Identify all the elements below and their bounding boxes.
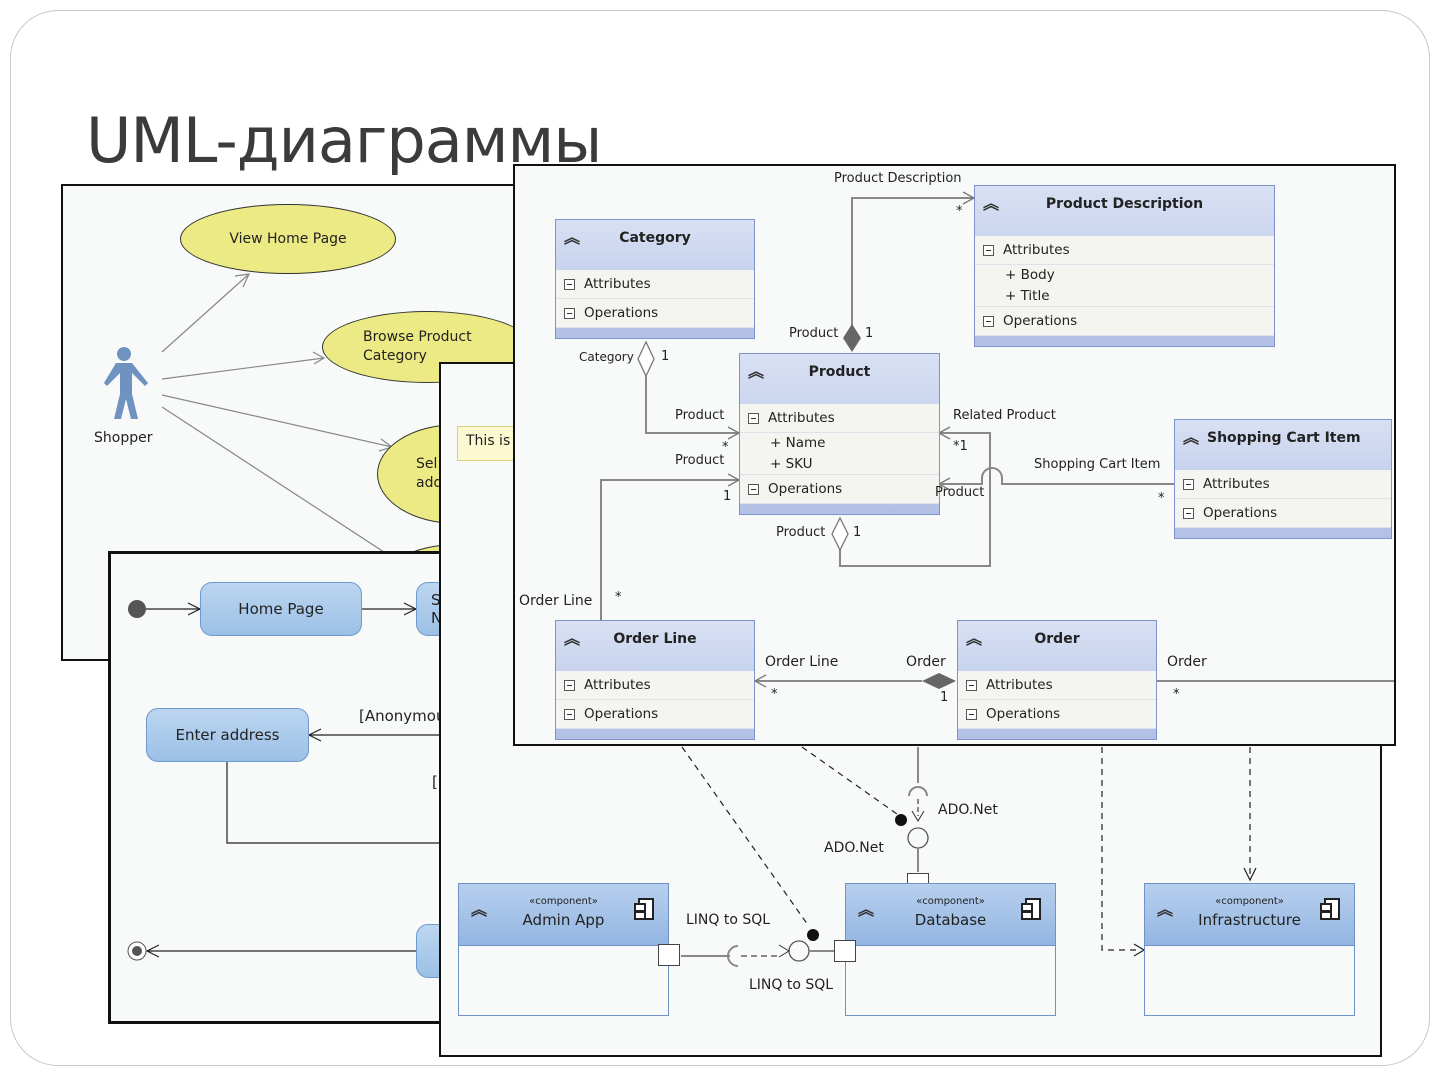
component-icon bbox=[634, 898, 654, 920]
collapse-toggle-icon[interactable] bbox=[564, 308, 575, 319]
attribute-title[interactable]: + Title bbox=[975, 286, 1274, 307]
collapse-icon[interactable]: ︽ bbox=[564, 625, 580, 649]
required-interface-dot bbox=[895, 814, 907, 826]
collapse-toggle-icon[interactable] bbox=[983, 245, 994, 256]
collapse-toggle-icon[interactable] bbox=[1183, 508, 1194, 519]
role-label: Product Description bbox=[834, 171, 962, 186]
multiplicity-label: * bbox=[1173, 687, 1180, 702]
component-icon bbox=[1320, 898, 1340, 920]
multiplicity-label: *1 bbox=[953, 439, 968, 454]
guard-partial: [ bbox=[432, 773, 438, 791]
operations-compartment[interactable]: Operations bbox=[556, 299, 754, 328]
collapse-toggle-icon[interactable] bbox=[1183, 479, 1194, 490]
role-label: Related Product bbox=[953, 408, 1056, 423]
multiplicity-label: * bbox=[1158, 491, 1165, 506]
role-label: Product bbox=[935, 485, 985, 500]
component-database[interactable]: ︽ «component» Database bbox=[845, 883, 1056, 1016]
port-admin-app[interactable] bbox=[658, 944, 680, 966]
collapse-toggle-icon[interactable] bbox=[748, 413, 759, 424]
role-label: Order Line bbox=[519, 593, 593, 609]
role-label: Order bbox=[906, 654, 946, 670]
component-icon bbox=[1021, 898, 1041, 920]
operations-compartment[interactable]: Operations bbox=[1175, 499, 1391, 528]
guard-anonymous: [Anonymou bbox=[359, 707, 446, 725]
attributes-compartment[interactable]: Attributes bbox=[1175, 470, 1391, 499]
operations-compartment[interactable]: Operations bbox=[740, 475, 939, 504]
collapse-toggle-icon[interactable] bbox=[966, 709, 977, 720]
collapse-icon[interactable]: ︽ bbox=[983, 190, 999, 214]
collapse-icon[interactable]: ︽ bbox=[966, 625, 982, 649]
role-label: Order bbox=[1167, 654, 1207, 670]
collapse-toggle-icon[interactable] bbox=[564, 279, 575, 290]
role-label: Product bbox=[776, 525, 826, 540]
actor-icon bbox=[104, 347, 148, 419]
attributes-compartment[interactable]: Attributes bbox=[958, 671, 1156, 700]
role-label: Shopping Cart Item bbox=[1034, 457, 1161, 472]
operations-compartment[interactable]: Operations bbox=[556, 700, 754, 729]
multiplicity-label: 1 bbox=[940, 690, 949, 705]
port-database-left[interactable] bbox=[834, 940, 856, 962]
collapse-toggle-icon[interactable] bbox=[564, 680, 575, 691]
attributes-compartment[interactable]: Attributes bbox=[740, 404, 939, 433]
attributes-compartment[interactable]: Attributes bbox=[556, 270, 754, 299]
class-product-description[interactable]: ︽ Product Description Attributes + Body +… bbox=[974, 185, 1275, 347]
actor-label: Shopper bbox=[94, 430, 153, 446]
collapse-icon[interactable]: ︽ bbox=[748, 358, 764, 382]
activity-diagram: Home Page S N Enter address [Anonymou [ bbox=[108, 551, 448, 1024]
class-shopping-cart-item[interactable]: ︽ Shopping Cart Item Attributes Operation… bbox=[1174, 419, 1392, 539]
final-node bbox=[127, 941, 147, 961]
multiplicity-label: 1 bbox=[853, 525, 862, 540]
attributes-compartment[interactable]: Attributes bbox=[975, 236, 1274, 265]
aggregation-diamond bbox=[831, 516, 849, 552]
class-order-line[interactable]: ︽ Order Line Attributes Operations bbox=[555, 620, 755, 740]
collapse-icon[interactable]: ︽ bbox=[471, 896, 487, 920]
interface-label-linq-bottom: LINQ to SQL bbox=[749, 977, 834, 993]
collapse-toggle-icon[interactable] bbox=[966, 680, 977, 691]
collapse-toggle-icon[interactable] bbox=[983, 316, 994, 327]
role-label: Product bbox=[675, 408, 725, 423]
multiplicity-label: 1 bbox=[661, 349, 670, 364]
multiplicity-label: 1 bbox=[865, 326, 874, 341]
attribute-body[interactable]: + Body bbox=[975, 265, 1274, 286]
operations-compartment[interactable]: Operations bbox=[975, 307, 1274, 336]
role-label: Category bbox=[579, 350, 634, 364]
collapse-icon[interactable]: ︽ bbox=[858, 896, 874, 920]
collapse-toggle-icon[interactable] bbox=[564, 709, 575, 720]
collapse-toggle-icon[interactable] bbox=[748, 484, 759, 495]
role-label: Order Line bbox=[765, 654, 839, 670]
attributes-compartment[interactable]: Attributes bbox=[556, 671, 754, 700]
multiplicity-label: * bbox=[956, 204, 963, 219]
collapse-icon[interactable]: ︽ bbox=[1157, 896, 1173, 920]
state-home-page[interactable]: Home Page bbox=[200, 582, 362, 636]
collapse-icon[interactable]: ︽ bbox=[1183, 424, 1199, 448]
composition-diamond bbox=[843, 324, 861, 352]
attribute-name[interactable]: + Name bbox=[740, 433, 939, 454]
multiplicity-label: * bbox=[615, 590, 622, 605]
component-infrastructure[interactable]: ︽ «component» Infrastructure bbox=[1144, 883, 1355, 1016]
class-order[interactable]: ︽ Order Attributes Operations bbox=[957, 620, 1157, 740]
component-admin-app[interactable]: ︽ «component» Admin App bbox=[458, 883, 669, 1016]
multiplicity-label: * bbox=[771, 687, 778, 702]
state-enter-address[interactable]: Enter address bbox=[146, 708, 309, 762]
operations-compartment[interactable]: Operations bbox=[958, 700, 1156, 729]
attribute-sku[interactable]: + SKU bbox=[740, 454, 939, 475]
role-label: Product bbox=[675, 453, 725, 468]
interface-label-ado-top: ADO.Net bbox=[938, 802, 998, 818]
interface-label-linq-top: LINQ to SQL bbox=[686, 912, 771, 928]
interface-label-ado-bottom: ADO.Net bbox=[824, 840, 884, 856]
composition-diamond bbox=[922, 673, 956, 689]
multiplicity-label: 1 bbox=[723, 489, 732, 504]
aggregation-diamond bbox=[637, 340, 655, 378]
use-case-view-home-page[interactable]: View Home Page bbox=[180, 204, 396, 274]
role-label: Product bbox=[789, 326, 839, 341]
initial-node bbox=[128, 600, 146, 618]
collapse-icon[interactable]: ︽ bbox=[564, 224, 580, 248]
class-category[interactable]: ︽ Category Attributes Operations bbox=[555, 219, 755, 339]
class-diagram: ︽ Category Attributes Operations ︽ Product… bbox=[513, 164, 1396, 746]
required-interface-dot bbox=[807, 929, 819, 941]
class-product[interactable]: ︽ Product Attributes + Name + SKU Operati… bbox=[739, 353, 940, 515]
